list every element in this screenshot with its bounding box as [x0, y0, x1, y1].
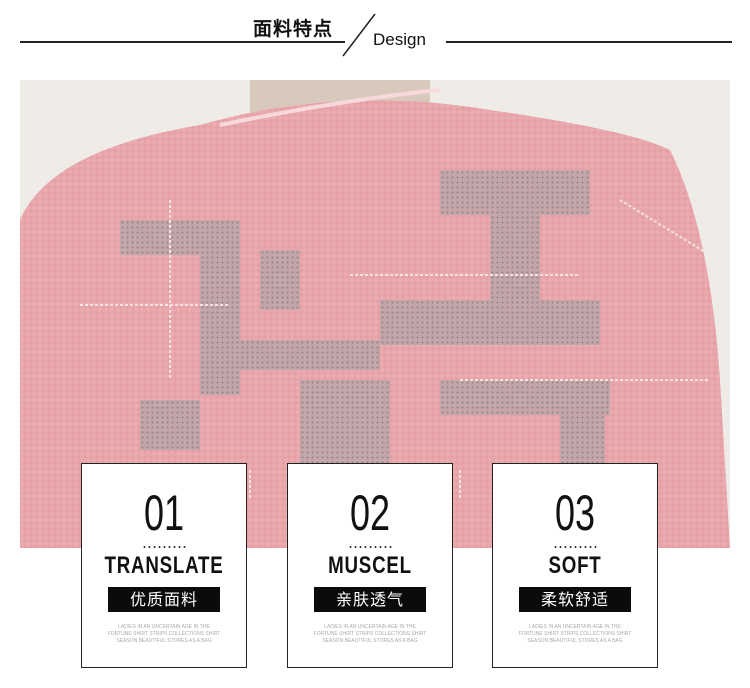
header-title-en: Design [373, 30, 426, 49]
card-number: 02 [349, 485, 391, 541]
dotted-divider [348, 546, 394, 548]
card-number: 03 [554, 485, 596, 541]
card-tag: 亲肤透气 [314, 587, 426, 612]
card-tag: 柔软舒适 [519, 587, 631, 612]
feature-card-03: 03 SOFT 柔软舒适 LADIES IN AN UNCERTAIN AGE … [492, 463, 658, 668]
dotted-divider [553, 546, 599, 548]
feature-card-01: 01 TRANSLATE 优质面料 LADIES IN AN UNCERTAIN… [81, 463, 247, 668]
card-fine-print: LADIES IN AN UNCERTAIN AGE IN THE FORTUN… [518, 624, 632, 644]
section-header: 面料特点 Design [0, 0, 750, 70]
dotted-divider [142, 546, 188, 548]
header-rule-left [20, 41, 345, 43]
card-fine-print: LADIES IN AN UNCERTAIN AGE IN THE FORTUN… [107, 624, 221, 644]
card-number: 01 [143, 485, 185, 541]
feature-card-02: 02 MUSCEL 亲肤透气 LADIES IN AN UNCERTAIN AG… [287, 463, 453, 668]
header-title-cn: 面料特点 [253, 18, 334, 40]
card-title: SOFT [548, 552, 602, 579]
card-tag: 优质面料 [108, 587, 220, 612]
header-rule-right [446, 41, 732, 43]
card-title: MUSCEL [328, 552, 412, 579]
card-fine-print: LADIES IN AN UNCERTAIN AGE IN THE FORTUN… [313, 624, 427, 644]
card-title: TRANSLATE [104, 552, 224, 579]
